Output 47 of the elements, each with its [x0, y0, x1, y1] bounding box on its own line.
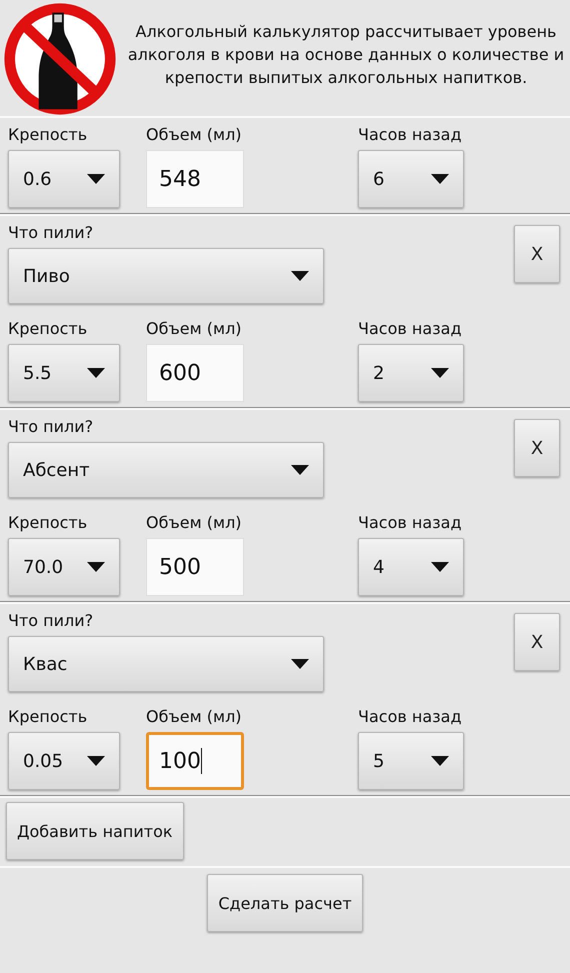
- add-drink-button[interactable]: Добавить напиток: [6, 802, 184, 860]
- input-field[interactable]: 548: [146, 150, 244, 208]
- dropdown[interactable]: Квас: [8, 636, 324, 692]
- dropdown[interactable]: 5.5: [8, 344, 120, 402]
- caret-icon: [87, 756, 105, 766]
- caret-icon: [291, 659, 309, 669]
- dropdown[interactable]: Пиво: [8, 248, 324, 304]
- field-label: Часов назад: [358, 318, 462, 340]
- description-text: Алкогольный калькулятор рассчитывает уровень алкоголя в крови на основе данных о количестве и крепости выпитых алкогольных напитков.: [126, 21, 566, 89]
- dropdown[interactable]: 70.0: [8, 538, 120, 596]
- field-label: Что пили?: [8, 416, 94, 438]
- field-label: Крепость: [8, 512, 88, 534]
- dropdown[interactable]: 2: [358, 344, 464, 402]
- field-label: Часов назад: [358, 124, 462, 146]
- caret-icon: [431, 756, 449, 766]
- field-label: Часов назад: [358, 512, 462, 534]
- field-label: Что пили?: [8, 222, 94, 244]
- dropdown[interactable]: Абсент: [8, 442, 324, 498]
- field-label: Объем (мл): [146, 318, 242, 340]
- dropdown[interactable]: 4: [358, 538, 464, 596]
- remove-button[interactable]: X: [514, 419, 560, 477]
- caret-icon: [87, 368, 105, 378]
- field-label: Крепость: [8, 124, 88, 146]
- caret-icon: [87, 562, 105, 572]
- remove-button[interactable]: X: [514, 225, 560, 283]
- input-field[interactable]: 500: [146, 538, 244, 596]
- input-field[interactable]: 600: [146, 344, 244, 402]
- calculate-button[interactable]: Сделать расчет: [207, 874, 363, 932]
- caret-icon: [431, 174, 449, 184]
- caret-icon: [431, 368, 449, 378]
- dropdown[interactable]: 0.05: [8, 732, 120, 790]
- field-label: Крепость: [8, 318, 88, 340]
- field-label: Крепость: [8, 706, 88, 728]
- field-label: Объем (мл): [146, 124, 242, 146]
- input-field[interactable]: 100: [146, 732, 244, 790]
- dropdown[interactable]: 5: [358, 732, 464, 790]
- caret-icon: [291, 465, 309, 475]
- caret-icon: [431, 562, 449, 572]
- caret-icon: [291, 271, 309, 281]
- dropdown[interactable]: 6: [358, 150, 464, 208]
- remove-button[interactable]: X: [514, 613, 560, 671]
- field-label: Объем (мл): [146, 706, 242, 728]
- field-label: Объем (мл): [146, 512, 242, 534]
- caret-icon: [87, 174, 105, 184]
- field-label: Часов назад: [358, 706, 462, 728]
- dropdown[interactable]: 0.6: [8, 150, 120, 208]
- field-label: Что пили?: [8, 610, 94, 632]
